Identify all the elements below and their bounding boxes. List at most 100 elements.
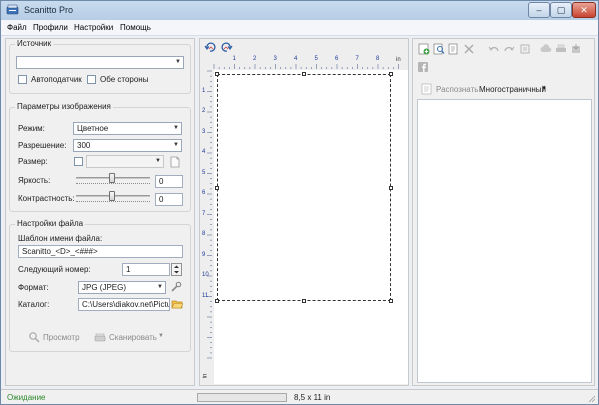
- ruler-left-label: 10: [202, 272, 209, 278]
- cloud-icon[interactable]: [540, 43, 552, 55]
- page-orientation-icon[interactable]: [169, 156, 181, 168]
- duplex-label: Обе стороны: [100, 75, 149, 84]
- ruler-top-label: 7: [355, 56, 359, 62]
- ruler-left-label: 2: [202, 108, 206, 114]
- scanner-app-icon: [6, 4, 19, 15]
- ocr-icon: [421, 83, 432, 95]
- source-group: [9, 44, 191, 94]
- menu-settings[interactable]: Настройки: [74, 23, 113, 32]
- format-select[interactable]: JPG (JPEG) ▼: [78, 281, 166, 294]
- folder-label: Каталог:: [18, 300, 50, 309]
- contrast-input[interactable]: 0: [155, 193, 183, 206]
- export-icon[interactable]: [570, 43, 582, 55]
- rotate-right-icon[interactable]: [221, 41, 233, 53]
- frame-resize-handle[interactable]: [389, 185, 393, 190]
- pages-list[interactable]: [417, 99, 592, 383]
- menu-help[interactable]: Помощь: [120, 23, 151, 32]
- number-spinner-icon[interactable]: [171, 263, 182, 276]
- resize-grip-icon[interactable]: [587, 394, 596, 403]
- undo-icon[interactable]: [488, 43, 500, 55]
- add-page-icon[interactable]: [418, 43, 430, 55]
- image-params-title: Параметры изображения: [15, 102, 113, 111]
- contrast-label: Контрастность:: [18, 194, 75, 203]
- next-number-input[interactable]: 1: [122, 263, 170, 276]
- contrast-slider-ticks: [76, 201, 150, 204]
- frame-resize-handle[interactable]: [215, 185, 219, 190]
- chevron-down-icon[interactable]: ▼: [541, 86, 547, 92]
- crop-icon[interactable]: [519, 43, 531, 55]
- scanner-icon: [94, 333, 106, 342]
- ruler-top-label: 2: [253, 56, 257, 62]
- format-settings-icon[interactable]: [170, 281, 182, 293]
- duplex-checkbox[interactable]: [87, 75, 96, 84]
- frame-resize-handle[interactable]: [389, 299, 393, 303]
- rotate-left-icon[interactable]: [204, 41, 216, 53]
- minimize-button[interactable]: –: [528, 2, 550, 18]
- ruler-top-label: 4: [294, 56, 298, 62]
- ruler-left-label: 11: [202, 292, 209, 299]
- folder-open-icon[interactable]: [171, 298, 183, 310]
- chevron-down-icon: ▼: [155, 158, 161, 164]
- brightness-input[interactable]: 0: [155, 175, 183, 188]
- ruler-top-label: 3: [273, 56, 277, 62]
- scan-area-frame[interactable]: [217, 74, 391, 301]
- scanner-select[interactable]: ▼: [16, 56, 184, 69]
- scan-button[interactable]: Сканировать: [109, 333, 157, 342]
- facebook-icon[interactable]: [418, 62, 428, 72]
- pages-panel: Распознать Многостраничный ▼: [412, 38, 595, 386]
- ruler-top-label: 8: [376, 56, 380, 62]
- menu-profiles[interactable]: Профили: [33, 23, 68, 32]
- magnifier-icon: [29, 332, 40, 343]
- zoom-page-icon[interactable]: [433, 43, 445, 55]
- ruler-left-label: 3: [202, 128, 206, 135]
- brightness-slider-ticks: [76, 183, 150, 186]
- contrast-slider-thumb[interactable]: [109, 191, 115, 201]
- frame-resize-handle[interactable]: [389, 72, 393, 76]
- status-text: Ожидание: [7, 393, 46, 402]
- scan-dropdown-icon[interactable]: ▼: [158, 333, 164, 339]
- source-group-title: Источник: [15, 39, 54, 48]
- window-title: Scanitto Pro: [24, 5, 74, 15]
- recognize-button[interactable]: Распознать: [436, 85, 478, 94]
- frame-resize-handle[interactable]: [215, 299, 219, 303]
- adf-label: Автоподатчик: [31, 75, 82, 84]
- settings-panel: Источник ▼ Автоподатчик Обе стороны Пара…: [5, 38, 195, 386]
- redo-icon[interactable]: [503, 43, 515, 55]
- size-checkbox[interactable]: [74, 157, 83, 166]
- template-label: Шаблон имени файла:: [18, 234, 103, 243]
- delete-icon[interactable]: [463, 43, 475, 55]
- file-settings-title: Настройки файла: [15, 219, 86, 228]
- print-icon[interactable]: [555, 43, 567, 55]
- preview-button[interactable]: Просмотр: [43, 333, 80, 342]
- frame-resize-handle[interactable]: [215, 72, 219, 76]
- size-select[interactable]: ▼: [86, 155, 164, 168]
- status-bar: Ожидание 8,5 x 11 in: [1, 389, 598, 404]
- ruler-left-label: 5: [202, 169, 206, 176]
- progress-bar: [197, 393, 287, 402]
- adf-checkbox[interactable]: [18, 75, 27, 84]
- title-bar: Scanitto Pro – ▢ ✕: [1, 1, 598, 20]
- ruler-unit-left: in: [202, 373, 209, 379]
- ruler-left: [207, 70, 212, 359]
- next-number-label: Следующий номер:: [18, 265, 91, 274]
- page-properties-icon[interactable]: [448, 43, 460, 55]
- frame-resize-handle[interactable]: [302, 299, 306, 303]
- template-input[interactable]: Scanitto_<D>_<###>: [18, 245, 183, 258]
- ruler-left-label: 8: [202, 231, 206, 237]
- ruler-top-label: 1: [232, 56, 236, 62]
- frame-resize-handle[interactable]: [302, 72, 306, 76]
- brightness-slider-thumb[interactable]: [109, 173, 115, 183]
- resolution-select[interactable]: 300 ▼: [73, 139, 182, 152]
- page-size-text: 8,5 x 11 in: [294, 393, 331, 402]
- mode-select[interactable]: Цветное ▼: [73, 122, 182, 135]
- ruler-left-label: 4: [202, 149, 206, 155]
- format-label: Формат:: [18, 283, 49, 292]
- chevron-down-icon: ▼: [173, 142, 179, 148]
- resolution-label: Разрешение:: [18, 141, 67, 150]
- page-mode-select[interactable]: Многостраничный: [479, 85, 546, 94]
- maximize-button[interactable]: ▢: [550, 2, 572, 18]
- ruler-left-label: 6: [202, 190, 206, 196]
- menu-file[interactable]: Файл: [7, 23, 27, 32]
- folder-input[interactable]: C:\Users\diakov.net\Pictures\: [78, 298, 170, 311]
- close-button[interactable]: ✕: [572, 2, 596, 18]
